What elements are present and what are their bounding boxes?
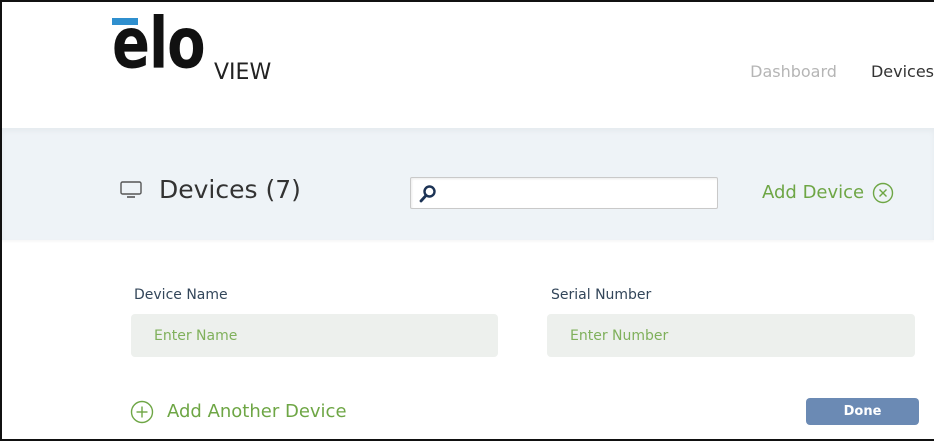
close-circle-icon[interactable] <box>872 182 894 204</box>
monitor-icon <box>120 180 142 198</box>
device-name-label: Device Name <box>134 287 228 303</box>
nav-devices[interactable]: Devices <box>871 64 934 80</box>
top-nav: Dashboard Devices <box>750 64 934 80</box>
plus-circle-icon <box>130 400 154 424</box>
search-icon <box>419 185 436 203</box>
top-header: elo VIEW Dashboard Devices <box>2 2 934 128</box>
add-another-device-button[interactable]: Add Another Device <box>130 400 347 424</box>
elo-view-logo: elo VIEW <box>112 9 282 93</box>
logo-accent-bar <box>112 18 138 25</box>
device-name-field[interactable] <box>131 314 498 357</box>
app-window: elo VIEW Dashboard Devices Devices (7) A… <box>0 0 934 441</box>
logo-suffix: VIEW <box>214 60 272 85</box>
add-device-form: Device Name Serial Number Add Another De… <box>2 240 934 439</box>
serial-number-input[interactable] <box>547 314 915 357</box>
page-title: Devices (7) <box>159 175 301 204</box>
search-input[interactable] <box>443 182 715 206</box>
serial-number-field[interactable] <box>547 314 915 357</box>
device-name-input[interactable] <box>131 314 498 357</box>
add-device-label: Add Device <box>762 182 865 203</box>
nav-dashboard[interactable]: Dashboard <box>750 64 837 80</box>
done-button[interactable]: Done <box>806 398 919 425</box>
add-another-device-label: Add Another Device <box>167 401 347 422</box>
add-device-button[interactable]: Add Device <box>762 182 894 204</box>
search-box[interactable] <box>410 177 718 209</box>
devices-toolbar: Devices (7) Add Device <box>2 128 934 240</box>
serial-number-label: Serial Number <box>551 287 652 303</box>
page-title-group: Devices (7) <box>120 177 301 202</box>
